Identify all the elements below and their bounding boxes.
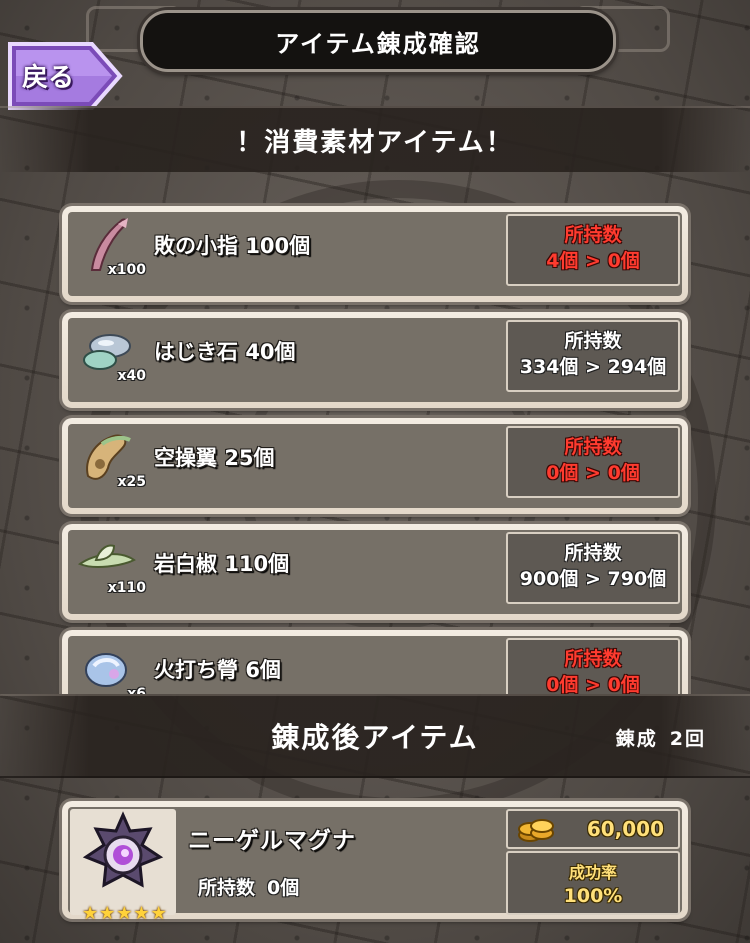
success-rate-box: 成功率 100% (506, 851, 680, 915)
owned-count-box: 所持数 0個 > 0個 (506, 638, 680, 694)
material-row: x100 敗の小指 100個 所持数 4個 > 0個 (62, 206, 688, 302)
owned-count-box: 所持数 0個 > 0個 (506, 426, 680, 498)
material-name: 敗の小指 100個 (154, 234, 311, 258)
materials-heading: ！消費素材アイテム！ (0, 106, 750, 172)
page-title: アイテム錬成確認 (140, 10, 616, 72)
back-label: 戻る (22, 63, 75, 93)
material-row: x40 はじき石 40個 所持数 334個 > 294個 (62, 312, 688, 408)
material-name: 岩白椒 110個 (154, 552, 290, 576)
craft-count: 錬成 2回 (615, 728, 706, 750)
result-item-icon-box: ★ ★ ★ ★ ★ (70, 809, 176, 923)
star-icon: ★ (133, 903, 150, 924)
back-button[interactable]: 戻る (6, 40, 124, 112)
owned-count-box: 所持数 4個 > 0個 (506, 214, 680, 286)
cost-box: 60,000 (506, 809, 680, 849)
material-row: x6 火打ち膋 6個 所持数 0個 > 0個 (62, 630, 688, 694)
material-row: x110 岩白椒 110個 所持数 900個 > 790個 (62, 524, 688, 620)
coin-stack-icon (518, 819, 554, 842)
material-list[interactable]: x100 敗の小指 100個 所持数 4個 > 0個 x40 はじき石 40個 … (0, 200, 750, 694)
star-icon: ★ (150, 903, 167, 924)
rarity-stars: ★ ★ ★ ★ ★ (82, 905, 167, 923)
result-item-name: ニーゲルマグナ (188, 828, 356, 854)
star-icon: ★ (99, 903, 116, 924)
star-icon: ★ (82, 903, 99, 924)
star-icon: ★ (116, 903, 133, 924)
material-name: 空操翼 25個 (154, 446, 275, 470)
material-name: 火打ち膋 6個 (154, 658, 281, 682)
owned-count-box: 所持数 334個 > 294個 (506, 320, 680, 392)
conch-shell-icon (82, 811, 164, 888)
result-heading: 錬成後アイテム 錬成 2回 (0, 694, 750, 778)
cost-value: 60,000 (586, 817, 664, 841)
material-row: x25 空操翼 25個 所持数 0個 > 0個 (62, 418, 688, 514)
result-item-card: ★ ★ ★ ★ ★ ニーゲルマグナ 所持数 0個 60,000 成功率 100% (62, 801, 688, 923)
result-owned: 所持数 0個 (198, 877, 300, 899)
owned-count-box: 所持数 900個 > 790個 (506, 532, 680, 604)
material-name: はじき石 40個 (154, 340, 296, 364)
